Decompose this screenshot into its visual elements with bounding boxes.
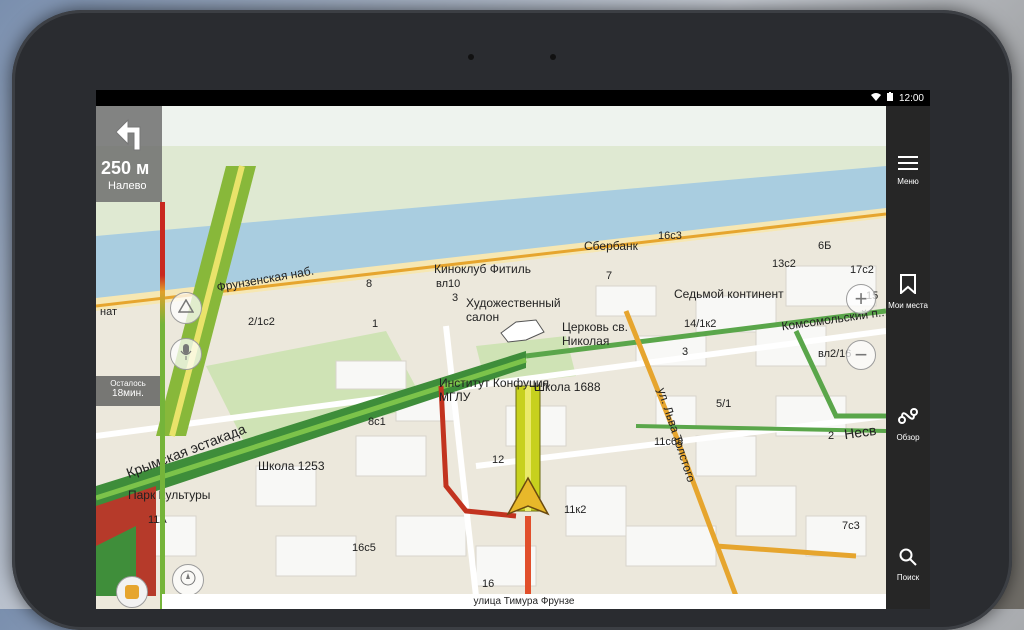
battery-icon [886, 92, 893, 104]
microphone-icon [180, 343, 192, 365]
remaining-label: Осталось [110, 379, 146, 388]
traffic-icon [125, 585, 139, 599]
house-7c3: 7с3 [842, 520, 860, 532]
house-6b: 6Б [818, 240, 832, 252]
side-menu: Меню Мои места Обзор Поиск [886, 106, 930, 609]
poi-school-1688: Школа 1688 [534, 380, 601, 394]
search-label: Поиск [896, 573, 920, 582]
hamburger-icon [898, 156, 918, 174]
voice-search-button[interactable] [170, 338, 202, 370]
remaining-time: Осталось 18мин. [96, 376, 160, 406]
status-bar: 12:00 [96, 90, 930, 106]
house-16: 16 [482, 578, 495, 590]
compass-icon [180, 570, 196, 591]
house-17c2: 17с2 [850, 264, 874, 276]
poi-seventh-continent: Седьмой континент [674, 287, 784, 301]
my-places-button[interactable]: Мои места [886, 274, 930, 310]
search-button[interactable]: Поиск [886, 548, 930, 582]
search-icon [899, 548, 917, 570]
current-street-bar: улица Тимура Фрунзе [162, 594, 886, 609]
overview-button[interactable]: Обзор [886, 406, 930, 442]
maneuver-panel: 250 м Налево Осталось 18мин. [96, 106, 204, 609]
wifi-icon [870, 92, 881, 104]
map-view[interactable]: Фрунзенская наб. Крымская эстакада ул. Л… [96, 106, 889, 596]
front-sensor [468, 54, 474, 60]
house-11k2: 11к2 [564, 504, 587, 516]
status-time: 12:00 [898, 92, 924, 104]
house-8c1: 8с1 [368, 416, 386, 428]
poi-institute: Институт Конфуция МГЛУ [439, 376, 550, 404]
house-7: 7 [606, 270, 613, 282]
compass-button[interactable] [172, 564, 204, 596]
my-places-label: Мои места [888, 301, 928, 310]
poi-art-salon: Художественный салон [466, 296, 561, 324]
zoom-out-button[interactable]: − [846, 340, 876, 370]
menu-button[interactable]: Меню [886, 156, 930, 186]
navigator-screen: 12:00 Фрунзенская наб. Крымская эстакада… [96, 90, 930, 609]
house-3a: 3 [452, 292, 459, 304]
front-camera [550, 54, 556, 60]
house-2-1c2: 2/1с2 [248, 316, 275, 328]
report-road-event-button[interactable] [170, 292, 202, 324]
house-1: 1 [372, 318, 379, 330]
turn-left-icon [110, 114, 150, 159]
warning-triangle-icon [177, 298, 195, 318]
map-canvas [96, 106, 886, 596]
zoom-in-button[interactable]: + [846, 284, 876, 314]
poi-cinema: Киноклуб Фитиль [434, 262, 532, 276]
menu-label: Меню [897, 177, 919, 186]
house-12: 12 [492, 454, 505, 466]
poi-school-1253: Школа 1253 [258, 459, 325, 473]
minus-icon: − [854, 342, 868, 367]
house-11c68: 11с68 [654, 436, 684, 448]
overview-label: Обзор [896, 433, 920, 442]
route-overview-icon [897, 408, 919, 430]
house-5-1: 5/1 [716, 398, 732, 410]
next-maneuver: 250 м Налево [96, 106, 162, 202]
house-8: 8 [366, 278, 373, 290]
route-progress-bar [160, 202, 165, 609]
house-13c2: 13с2 [772, 258, 796, 270]
maneuver-direction: Налево [108, 180, 147, 192]
house-16c3: 16с3 [658, 230, 682, 242]
traffic-toggle-button[interactable] [116, 576, 148, 608]
poi-sberbank: Сбербанк [584, 239, 638, 253]
remaining-value: 18мин. [112, 388, 144, 399]
bookmark-icon [900, 274, 916, 298]
maneuver-distance: 250 м [101, 158, 150, 178]
plus-icon: + [854, 286, 868, 311]
house-14-1k2: 14/1к2 [684, 318, 717, 330]
poi-church: Церковь св. Николая [562, 320, 628, 348]
house-16c5: 16с5 [352, 542, 376, 554]
poi-cinema-number: вл10 [436, 278, 461, 290]
house-2: 2 [828, 430, 835, 442]
house-3b: 3 [682, 346, 689, 358]
